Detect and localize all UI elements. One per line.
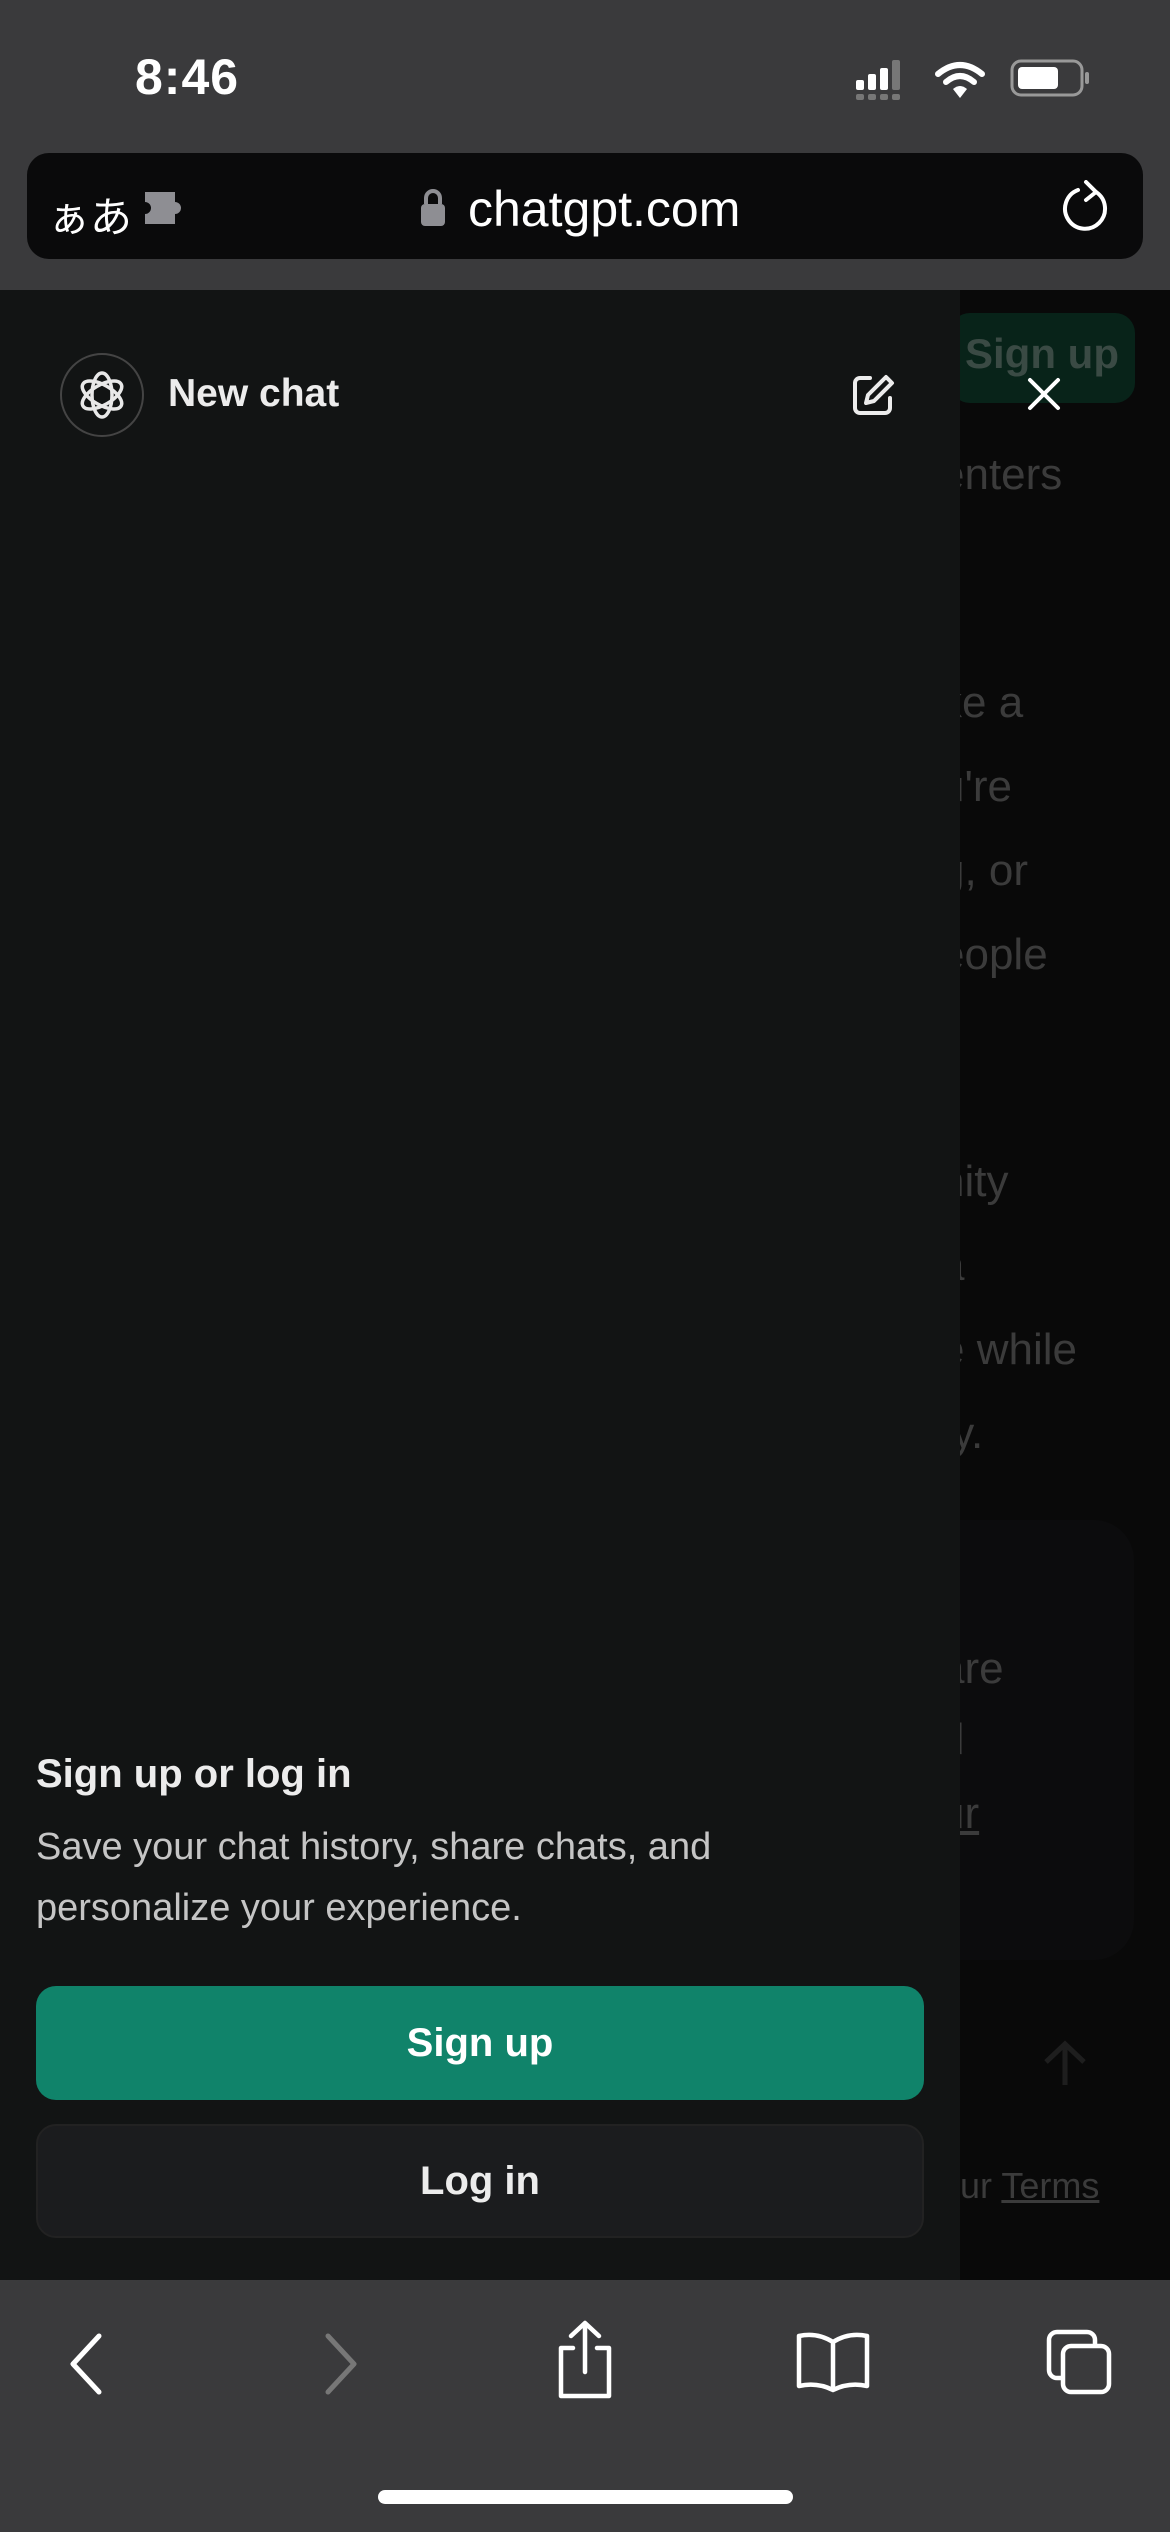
share-icon[interactable] bbox=[553, 2320, 617, 2400]
reload-icon[interactable] bbox=[1062, 180, 1114, 236]
background-signup-label: Sign up bbox=[965, 330, 1119, 377]
terms-link: Terms bbox=[1001, 2165, 1100, 2206]
signup-prompt-line: Save your chat history, share chats, and bbox=[36, 1826, 712, 1868]
wifi-icon bbox=[935, 62, 985, 85]
bookmarks-icon[interactable] bbox=[795, 2330, 871, 2394]
close-sidebar-icon[interactable] bbox=[1026, 376, 1062, 412]
signup-button[interactable]: Sign up bbox=[36, 1986, 924, 2100]
signal-icon bbox=[856, 60, 900, 100]
bg-text: e while bbox=[940, 1325, 1077, 1374]
signup-prompt-line: personalize your experience. bbox=[36, 1887, 522, 1929]
login-button[interactable]: Log in bbox=[36, 2124, 924, 2238]
new-chat-label[interactable]: New chat bbox=[168, 372, 339, 416]
back-icon[interactable] bbox=[65, 2332, 109, 2396]
sidebar: New chat Sign up or log in Save your cha… bbox=[0, 290, 960, 2280]
forward-icon[interactable] bbox=[318, 2332, 362, 2396]
lock-icon bbox=[421, 189, 445, 226]
status-icons bbox=[856, 59, 1089, 100]
translate-button[interactable]: ぁあ bbox=[48, 184, 132, 245]
arrow-up-icon bbox=[1044, 2040, 1086, 2085]
tabs-icon[interactable] bbox=[1045, 2328, 1115, 2398]
browser-toolbar bbox=[0, 2280, 1170, 2532]
bg-footer: our Terms bbox=[940, 2165, 1100, 2206]
url-text[interactable]: chatgpt.com bbox=[468, 180, 740, 238]
chatgpt-logo-icon bbox=[60, 353, 144, 437]
battery-icon bbox=[1010, 59, 1089, 97]
signup-prompt-title: Sign up or log in bbox=[36, 1752, 352, 1796]
web-page: Sign up enters ke a u're g, or eople nit… bbox=[0, 290, 1170, 2280]
status-time: 8:46 bbox=[135, 49, 240, 105]
extension-puzzle-icon[interactable] bbox=[143, 188, 193, 228]
new-chat-edit-icon[interactable] bbox=[850, 372, 896, 418]
home-indicator bbox=[378, 2490, 793, 2504]
